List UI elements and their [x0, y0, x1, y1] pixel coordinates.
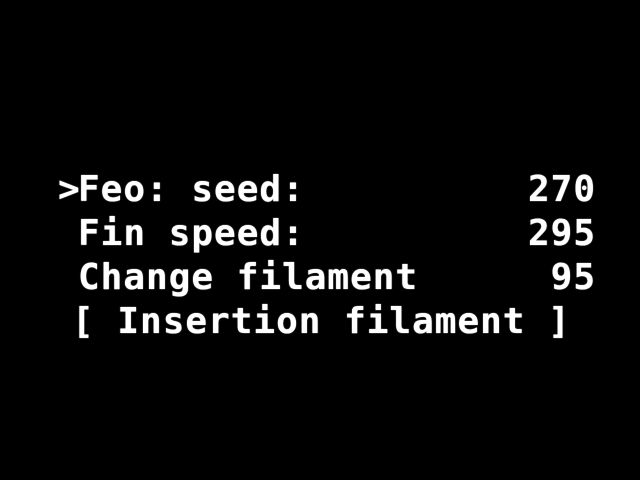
- menu-item-value: 270: [527, 169, 596, 210]
- menu-item-label: Fin speed:: [78, 213, 305, 254]
- menu-item-feed-speed[interactable]: > Feo: seed: 270: [58, 168, 618, 212]
- menu-item-label: Change filament: [78, 257, 419, 298]
- printer-lcd-screen: > Feo: seed: 270 Fin speed: 295 Change f…: [0, 0, 640, 480]
- menu-item-label: Feo: seed:: [78, 169, 305, 210]
- menu-item-label: [ Insertion filament ]: [72, 301, 571, 342]
- selection-cursor-icon: >: [58, 169, 81, 210]
- settings-menu: > Feo: seed: 270 Fin speed: 295 Change f…: [58, 168, 618, 344]
- menu-item-value: 295: [527, 213, 596, 254]
- menu-item-insert-filament[interactable]: [ Insertion filament ]: [58, 300, 618, 344]
- menu-item-value: 95: [550, 257, 596, 298]
- menu-item-fin-speed[interactable]: Fin speed: 295: [58, 212, 618, 256]
- menu-item-change-filament[interactable]: Change filament 95: [58, 256, 618, 300]
